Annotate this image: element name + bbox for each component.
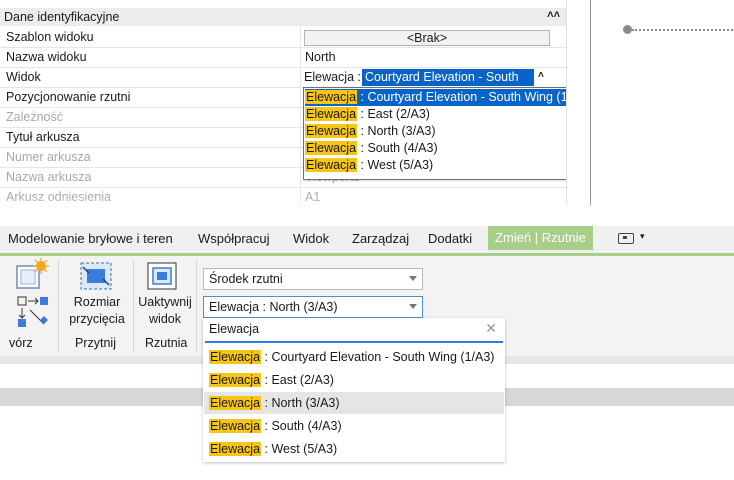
tab-modify-viewports[interactable]: Zmień | Rzutnie	[488, 226, 593, 250]
crop-size-label-line1: Rozmiar	[73, 295, 121, 309]
view-select-value: Elewacja : North (3/A3)	[209, 300, 338, 314]
viewport-center-combo[interactable]: Środek rzutni	[203, 268, 423, 290]
dropdown-item-text: : West (5/A3)	[357, 158, 434, 172]
viewport-center-value: Środek rzutni	[209, 272, 283, 286]
dropdown-item[interactable]: Elewacja : Courtyard Elevation - South W…	[305, 89, 566, 106]
tab-view[interactable]: Widok	[293, 231, 329, 246]
keyword-highlight: Elewacja	[305, 90, 358, 104]
properties-scrollbar[interactable]	[566, 0, 585, 206]
property-label: Pozycjonowanie rzutni	[6, 90, 131, 104]
popup-list-item[interactable]: Elewacja : North (3/A3)	[204, 392, 504, 414]
section-header-identity[interactable]: Dane identyfikacyjne ˄˄	[0, 8, 566, 26]
dropdown-item[interactable]: Elewacja : North (3/A3)	[305, 123, 566, 140]
property-label: Numer arkusza	[6, 150, 91, 164]
tab-collaborate[interactable]: Współpracuj	[198, 231, 270, 246]
keyword-highlight: Elewacja	[305, 107, 358, 121]
dotted-leader-line	[632, 29, 733, 31]
dropdown-item-text: : Courtyard Elevation - South Wing (1/A3…	[360, 90, 567, 104]
fade-overlay	[0, 196, 734, 220]
dropdown-item-text: : North (3/A3)	[357, 124, 436, 138]
column-divider	[300, 26, 301, 206]
property-label: Widok	[6, 70, 41, 84]
chevron-up-icon[interactable]: ˄	[538, 70, 544, 81]
popup-list-item[interactable]: Elewacja : South (4/A3)	[204, 415, 504, 437]
leader-endpoint-dot	[623, 25, 632, 34]
keyword-highlight: Elewacja	[209, 419, 262, 433]
properties-panel: Dane identyfikacyjne ˄˄ Szablon widoku <…	[0, 0, 566, 206]
keyword-highlight: Elewacja	[305, 141, 358, 155]
view-prefix: Elewacja :	[304, 70, 361, 84]
dropdown-item-text: : South (4/A3)	[357, 141, 438, 155]
panel-toggle-icon-dot	[623, 236, 627, 239]
popup-item-text: : South (4/A3)	[261, 419, 342, 433]
align-elements-icon[interactable]	[16, 294, 52, 328]
group-divider	[58, 260, 59, 352]
create-view-icon[interactable]	[14, 258, 54, 290]
dropdown-arrow-icon[interactable]	[409, 276, 417, 281]
property-row-view-template: Szablon widoku <Brak>	[0, 28, 566, 48]
popup-search-box[interactable]: Elewacja ✕	[205, 319, 503, 343]
view-template-button[interactable]: <Brak>	[304, 30, 550, 46]
tab-manage[interactable]: Zarządzaj	[352, 231, 409, 246]
property-label: Szablon widoku	[6, 30, 94, 44]
popup-item-text: : West (5/A3)	[261, 442, 338, 456]
search-input[interactable]: Elewacja	[209, 322, 259, 336]
view-name-value[interactable]: North	[305, 50, 336, 64]
section-title: Dane identyfikacyjne	[4, 10, 120, 24]
keyword-highlight: Elewacja	[209, 350, 262, 364]
crop-size-icon[interactable]	[79, 261, 113, 291]
group-label-create: vórz	[9, 336, 33, 350]
group-label-viewport: Rzutnia	[145, 336, 188, 350]
group-divider	[196, 260, 197, 352]
collapse-chevron-icon[interactable]: ˄˄	[547, 9, 560, 21]
view-selected-text[interactable]: Courtyard Elevation - South	[362, 69, 534, 86]
popup-item-text: : North (3/A3)	[261, 396, 340, 410]
dropdown-arrow-icon[interactable]	[409, 304, 417, 309]
view-select-field[interactable]: Elewacja : Courtyard Elevation - South ˄	[304, 68, 554, 87]
tab-addins[interactable]: Dodatki	[428, 231, 472, 246]
keyword-highlight: Elewacja	[209, 396, 262, 410]
view-select-combo[interactable]: Elewacja : North (3/A3)	[203, 296, 423, 318]
keyword-highlight: Elewacja	[209, 442, 262, 456]
activate-view-icon[interactable]	[146, 261, 180, 291]
crop-size-label: Rozmiar przycięcia	[64, 294, 130, 328]
property-label: Nazwa arkusza	[6, 170, 92, 184]
popup-item-text: : Courtyard Elevation - South Wing (1/A3…	[261, 350, 495, 364]
keyword-highlight: Elewacja	[209, 373, 262, 387]
activate-view-label-line2: widok	[149, 312, 181, 326]
dropdown-item-text: : East (2/A3)	[357, 107, 430, 121]
keyword-highlight: Elewacja	[305, 124, 358, 138]
activate-view-label-line1: Uaktywnij	[138, 295, 192, 309]
property-label: Nazwa widoku	[6, 50, 87, 64]
tab-massing-site[interactable]: Modelowanie bryłowe i teren	[8, 231, 173, 246]
activate-view-label: Uaktywnij widok	[134, 294, 196, 328]
view-search-popup: Elewacja ✕ Elewacja : Courtyard Elevatio…	[203, 318, 505, 462]
clear-search-icon[interactable]: ✕	[485, 320, 497, 337]
dropdown-item[interactable]: Elewacja : East (2/A3)	[305, 106, 566, 123]
dropdown-item[interactable]: Elewacja : South (4/A3)	[305, 140, 566, 157]
popup-item-text: : East (2/A3)	[261, 373, 334, 387]
crop-size-label-line2: przycięcia	[69, 312, 125, 326]
property-label: Zależność	[6, 110, 63, 124]
view-dropdown-list: Elewacja : Courtyard Elevation - South W…	[303, 87, 566, 180]
dropdown-item[interactable]: Elewacja : West (5/A3)	[305, 157, 566, 174]
property-row-view-name: Nazwa widoku North	[0, 48, 566, 68]
popup-list-item[interactable]: Elewacja : East (2/A3)	[204, 369, 504, 391]
ribbon-tab-bar: Modelowanie bryłowe i teren Współpracuj …	[0, 226, 734, 256]
popup-list-item[interactable]: Elewacja : Courtyard Elevation - South W…	[204, 346, 504, 368]
group-label-crop: Przytnij	[75, 336, 116, 350]
popup-list-item[interactable]: Elewacja : West (5/A3)	[204, 438, 504, 460]
keyword-highlight: Elewacja	[305, 158, 358, 172]
property-label: Tytuł arkusza	[6, 130, 80, 144]
chevron-down-icon[interactable]: ▾	[640, 231, 645, 242]
